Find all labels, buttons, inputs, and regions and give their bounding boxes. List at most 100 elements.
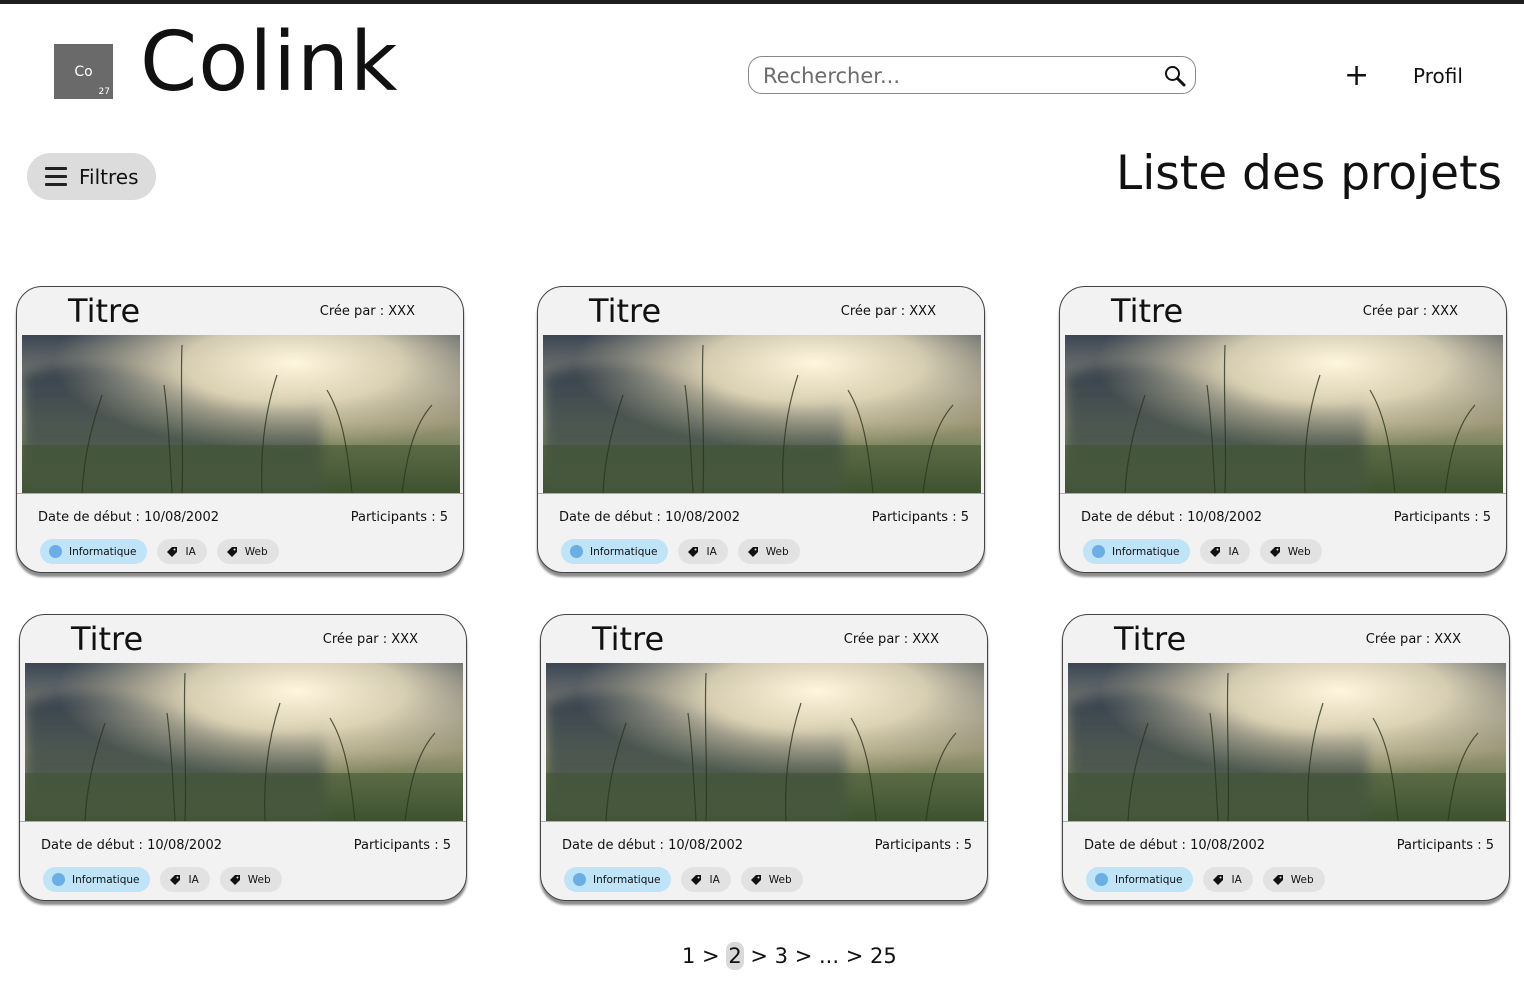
project-participants: Participants : 5 xyxy=(874,838,972,853)
project-author: Crée par : XXX xyxy=(319,304,415,319)
tag-ia[interactable]: IA xyxy=(1203,867,1253,892)
project-start-date: Date de début : 10/08/2002 xyxy=(562,838,743,853)
project-participants: Participants : 5 xyxy=(1393,510,1491,525)
project-card[interactable]: Titre Crée par : XXX Date de début : 10/… xyxy=(1062,614,1510,901)
hamburger-icon xyxy=(45,167,67,187)
card-divider xyxy=(17,493,463,494)
circle-dot-icon xyxy=(1092,545,1105,558)
tag-informatique[interactable]: Informatique xyxy=(40,539,148,564)
project-title: Titre xyxy=(592,620,665,658)
circle-dot-icon xyxy=(52,873,65,886)
tag-web[interactable]: Web xyxy=(737,539,800,564)
tag-icon xyxy=(747,546,758,557)
tag-informatique[interactable]: Informatique xyxy=(43,867,151,892)
tag-label: Informatique xyxy=(1112,545,1180,558)
tag-icon xyxy=(229,874,240,885)
card-divider xyxy=(538,493,984,494)
tag-icon xyxy=(226,546,237,557)
tag-web[interactable]: Web xyxy=(1262,867,1325,892)
tag-informatique[interactable]: Informatique xyxy=(561,539,669,564)
tag-icon xyxy=(1210,546,1221,557)
project-card[interactable]: Titre Crée par : XXX Date de début : 10/… xyxy=(19,614,467,901)
project-participants: Participants : 5 xyxy=(1396,838,1494,853)
tag-label: Web xyxy=(1287,545,1311,558)
tag-icon xyxy=(170,874,181,885)
tag-ia[interactable]: IA xyxy=(681,867,731,892)
tag-label: Informatique xyxy=(590,545,658,558)
project-image xyxy=(22,335,460,493)
search-icon[interactable] xyxy=(1163,64,1187,88)
project-card[interactable]: Titre Crée par : XXX Date de début : 10/… xyxy=(1059,286,1507,573)
tag-list: Informatique IA Web xyxy=(1086,867,1325,892)
tag-label: Informatique xyxy=(1115,873,1183,886)
tag-web[interactable]: Web xyxy=(740,867,803,892)
page-link-1[interactable]: 1 xyxy=(682,944,695,968)
project-title: Titre xyxy=(71,620,144,658)
project-image xyxy=(1065,335,1503,493)
project-title: Titre xyxy=(589,292,662,330)
tag-label: IA xyxy=(709,873,720,886)
tag-label: Web xyxy=(1290,873,1314,886)
tag-informatique[interactable]: Informatique xyxy=(564,867,672,892)
tag-label: IA xyxy=(1231,873,1242,886)
top-border xyxy=(0,0,1524,4)
project-title: Titre xyxy=(1111,292,1184,330)
tag-label: Web xyxy=(247,873,271,886)
circle-dot-icon xyxy=(573,873,586,886)
page-link-current[interactable]: 2 xyxy=(726,942,744,970)
logo-tile[interactable]: Co 27 xyxy=(54,44,113,99)
card-divider xyxy=(1063,821,1509,822)
tag-web[interactable]: Web xyxy=(1259,539,1322,564)
tag-web[interactable]: Web xyxy=(216,539,279,564)
tag-label: Web xyxy=(765,545,789,558)
project-image xyxy=(546,663,984,821)
project-card[interactable]: Titre Crée par : XXX Date de début : 10/… xyxy=(537,286,985,573)
tag-informatique[interactable]: Informatique xyxy=(1086,867,1194,892)
tag-icon xyxy=(167,546,178,557)
search-bar[interactable] xyxy=(748,56,1196,94)
project-participants: Participants : 5 xyxy=(350,510,448,525)
project-author: Crée par : XXX xyxy=(1365,632,1461,647)
profile-link[interactable]: Profil xyxy=(1413,64,1463,88)
tag-list: Informatique IA Web xyxy=(561,539,800,564)
brand-name[interactable]: Colink xyxy=(140,22,398,104)
tag-web[interactable]: Web xyxy=(219,867,282,892)
page-link-3[interactable]: 3 xyxy=(775,944,788,968)
page-title: Liste des projets xyxy=(1116,146,1502,201)
tag-icon xyxy=(691,874,702,885)
project-participants: Participants : 5 xyxy=(353,838,451,853)
tag-ia[interactable]: IA xyxy=(1200,539,1250,564)
logo-symbol: Co xyxy=(74,64,93,80)
tag-list: Informatique IA Web xyxy=(40,539,279,564)
filters-button[interactable]: Filtres xyxy=(27,153,156,200)
add-project-button[interactable]: + xyxy=(1344,58,1369,94)
tag-icon xyxy=(1213,874,1224,885)
card-divider xyxy=(20,821,466,822)
project-author: Crée par : XXX xyxy=(840,304,936,319)
project-image xyxy=(543,335,981,493)
tag-label: Informatique xyxy=(593,873,661,886)
tag-label: Informatique xyxy=(69,545,137,558)
search-input[interactable] xyxy=(761,61,1145,91)
tag-list: Informatique IA Web xyxy=(564,867,803,892)
logo-number: 27 xyxy=(98,87,110,97)
tag-ia[interactable]: IA xyxy=(678,539,728,564)
project-title: Titre xyxy=(68,292,141,330)
tag-label: Web xyxy=(244,545,268,558)
tag-ia[interactable]: IA xyxy=(160,867,210,892)
circle-dot-icon xyxy=(49,545,62,558)
pagination: 1 > 2 > 3 > ... > 25 xyxy=(682,938,897,974)
project-card[interactable]: Titre Crée par : XXX Date de début : 10/… xyxy=(16,286,464,573)
tag-informatique[interactable]: Informatique xyxy=(1083,539,1191,564)
page-separator: > xyxy=(788,944,819,968)
project-author: Crée par : XXX xyxy=(843,632,939,647)
tag-list: Informatique IA Web xyxy=(1083,539,1322,564)
project-start-date: Date de début : 10/08/2002 xyxy=(1084,838,1265,853)
tag-ia[interactable]: IA xyxy=(157,539,207,564)
project-image xyxy=(1068,663,1506,821)
page-ellipsis[interactable]: ... xyxy=(819,944,839,968)
page-link-last[interactable]: 25 xyxy=(870,944,897,968)
tag-label: IA xyxy=(1228,545,1239,558)
project-card[interactable]: Titre Crée par : XXX Date de début : 10/… xyxy=(540,614,988,901)
tag-icon xyxy=(688,546,699,557)
